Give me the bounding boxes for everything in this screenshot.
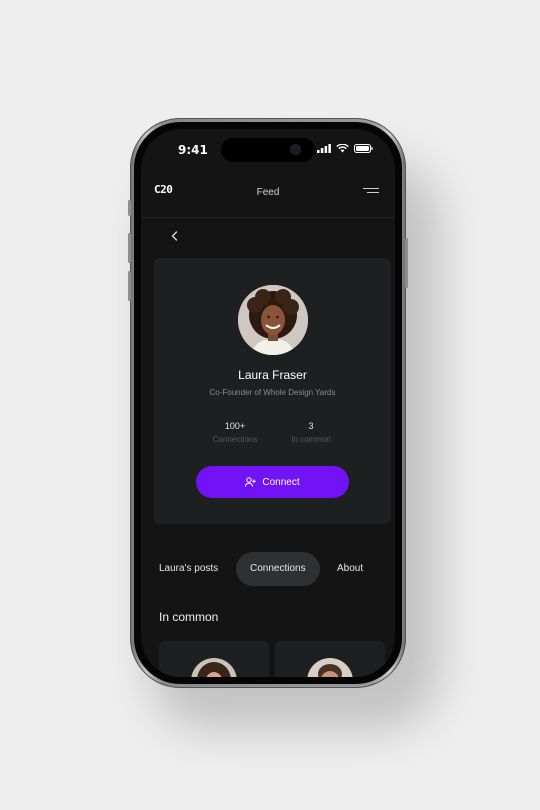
profile-name: Laura Fraser bbox=[238, 368, 307, 382]
app-bar: C20 Feed bbox=[141, 167, 395, 218]
profile-headline: Co-Founder of Whole Design Yards bbox=[209, 388, 336, 397]
battery-icon bbox=[354, 144, 373, 153]
hamburger-icon[interactable] bbox=[363, 188, 379, 196]
avatar bbox=[307, 658, 353, 677]
profile-card: Laura Fraser Co-Founder of Whole Design … bbox=[154, 258, 391, 524]
action-button bbox=[128, 200, 131, 216]
section-title: In common bbox=[159, 610, 219, 624]
avatar-portrait bbox=[238, 285, 308, 355]
status-icons bbox=[317, 144, 373, 153]
back-chevron-icon[interactable] bbox=[169, 229, 181, 243]
stat-value: 100+ bbox=[224, 421, 246, 431]
connection-card[interactable] bbox=[275, 641, 385, 677]
connect-button[interactable]: Connect bbox=[196, 466, 349, 498]
profile-tabs: Laura's posts Connections About E bbox=[141, 552, 395, 588]
avatar bbox=[191, 658, 237, 677]
stat-value: 3 bbox=[308, 421, 314, 431]
phone-frame: 9:41 C20 Feed Laura Fraser Co-Founder of… bbox=[128, 118, 408, 688]
signal-icon bbox=[317, 144, 331, 153]
add-user-icon bbox=[245, 477, 257, 487]
avatar bbox=[238, 285, 308, 355]
dynamic-island bbox=[221, 138, 315, 162]
volume-up-button bbox=[128, 233, 131, 263]
tab-posts[interactable]: Laura's posts bbox=[159, 552, 218, 586]
power-button bbox=[405, 238, 408, 288]
status-time: 9:41 bbox=[178, 143, 208, 157]
connection-portrait bbox=[191, 658, 237, 677]
stat-label: In common bbox=[291, 435, 331, 444]
connection-card[interactable] bbox=[159, 641, 269, 677]
tab-about[interactable]: About bbox=[337, 552, 363, 586]
tab-connections[interactable]: Connections bbox=[236, 552, 320, 586]
camera-icon bbox=[291, 145, 300, 154]
connect-label: Connect bbox=[262, 476, 300, 488]
connection-portrait bbox=[307, 658, 353, 677]
phone-bezel: 9:41 C20 Feed Laura Fraser Co-Founder of… bbox=[134, 122, 402, 684]
app-bar-title: Feed bbox=[256, 187, 280, 198]
stat-connections[interactable]: 100+ Connections bbox=[195, 421, 275, 444]
status-bar: 9:41 bbox=[141, 129, 395, 165]
wifi-icon bbox=[336, 144, 349, 153]
stat-in-common[interactable]: 3 In common bbox=[271, 421, 351, 444]
screen: 9:41 C20 Feed Laura Fraser Co-Founder of… bbox=[141, 129, 395, 677]
volume-down-button bbox=[128, 271, 131, 301]
stat-label: Connections bbox=[212, 435, 258, 444]
